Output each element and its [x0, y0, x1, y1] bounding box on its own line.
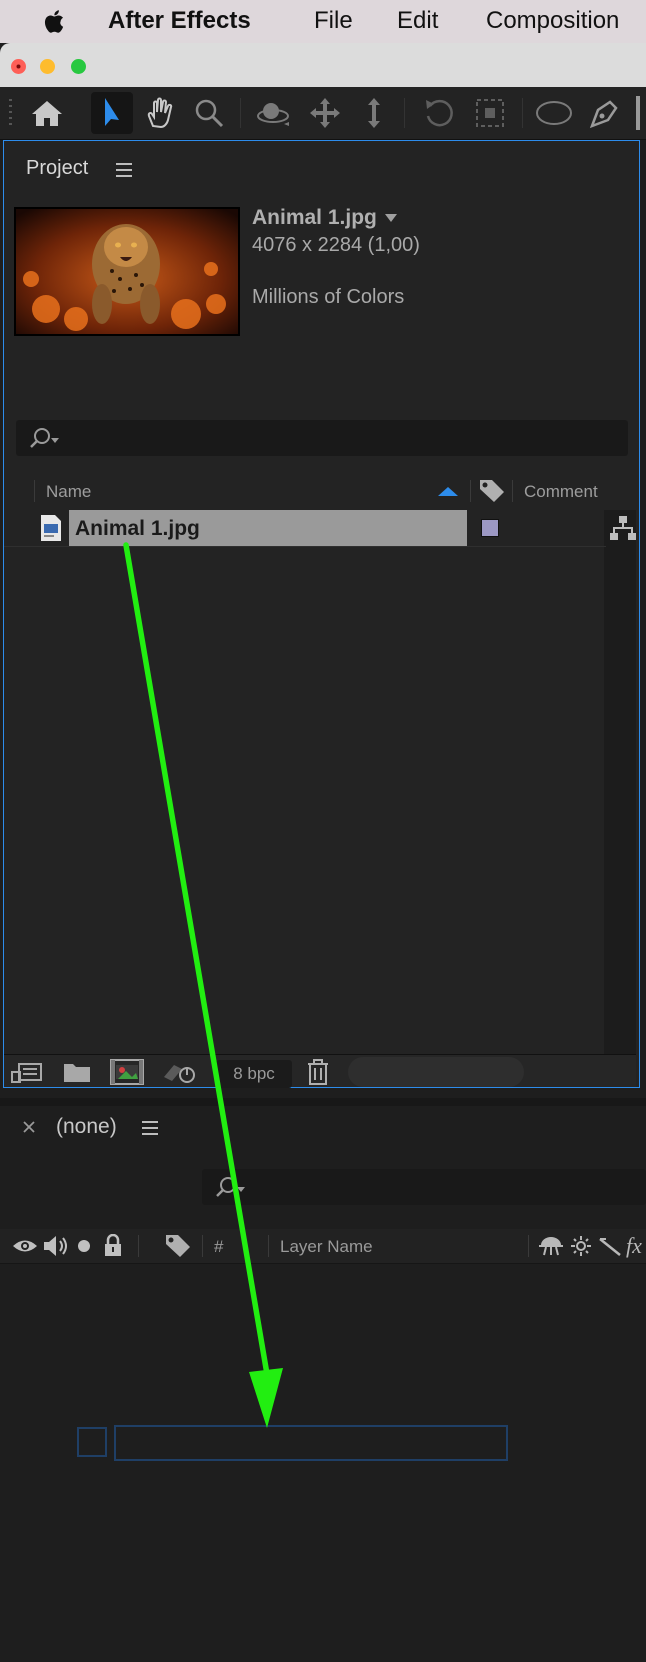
home-button[interactable] — [26, 92, 68, 134]
hand-tool-button[interactable] — [139, 92, 181, 134]
zoom-tool-icon — [195, 99, 224, 128]
svg-text:fx: fx — [626, 1233, 642, 1258]
column-number-header[interactable]: # — [214, 1237, 223, 1257]
toolbar-grip-icon — [9, 99, 12, 125]
cheetah-preview-image — [16, 209, 238, 334]
timeline-panel-menu-icon[interactable] — [142, 1121, 158, 1135]
project-item-name[interactable]: Animal 1.jpg — [75, 517, 200, 541]
selection-tool-icon — [105, 98, 119, 126]
shy-layer-icon[interactable] — [538, 1235, 564, 1257]
search-icon — [30, 428, 59, 448]
rotation-tool-icon — [426, 99, 453, 127]
pen-tool-button[interactable] — [584, 92, 626, 134]
flowchart-icon[interactable] — [608, 514, 638, 542]
label-tag-icon[interactable] — [164, 1233, 192, 1259]
lock-icon[interactable] — [102, 1234, 124, 1258]
apple-logo-icon[interactable] — [40, 6, 70, 36]
row-divider — [4, 546, 606, 547]
project-item-file-icon — [40, 514, 62, 547]
trash-icon[interactable] — [306, 1058, 330, 1086]
toolbar-overflow-edge — [636, 96, 640, 130]
dolly-camera-icon — [368, 98, 380, 128]
sort-ascending-icon[interactable] — [436, 484, 460, 498]
close-icon — [16, 64, 21, 69]
zoom-window-button[interactable] — [71, 59, 86, 74]
zoom-tool-button[interactable] — [188, 92, 230, 134]
project-panel-menu-icon[interactable] — [116, 163, 132, 177]
audio-speaker-icon[interactable] — [42, 1234, 70, 1258]
project-bit-depth-button[interactable]: 8 bpc — [216, 1060, 292, 1088]
eye-icon[interactable] — [12, 1237, 38, 1255]
render-queue-icon[interactable] — [160, 1059, 200, 1087]
window-title-bar — [0, 43, 646, 87]
menu-app-name[interactable]: After Effects — [108, 7, 251, 35]
column-name-header[interactable]: Name — [46, 482, 91, 502]
search-icon — [216, 1177, 245, 1197]
project-panel-side-strip — [604, 510, 636, 1054]
minimize-window-button[interactable] — [40, 59, 55, 74]
hand-tool-icon — [147, 97, 173, 129]
collapse-transformations-icon[interactable] — [570, 1235, 592, 1257]
preview-dimensions: 4076 x 2284 (1,00) — [252, 234, 420, 256]
menu-composition[interactable]: Composition — [486, 7, 619, 35]
preview-thumbnail — [14, 207, 240, 336]
column-comment-header[interactable]: Comment — [524, 482, 598, 502]
menu-file[interactable]: File — [314, 7, 353, 35]
project-panel-title[interactable]: Project — [26, 157, 88, 180]
timeline-column-header: # Layer Name fx — [0, 1229, 646, 1264]
pen-tool-icon — [589, 100, 618, 129]
new-composition-icon[interactable] — [110, 1059, 144, 1085]
timeline-search-input[interactable] — [202, 1169, 646, 1205]
orbit-camera-icon — [257, 103, 289, 126]
project-item-label-swatch[interactable] — [481, 519, 499, 537]
pan-behind-button[interactable] — [469, 92, 511, 134]
close-window-button[interactable] — [11, 59, 26, 74]
menu-bar: After Effects File Edit Composition — [0, 0, 646, 43]
timeline-panel-title[interactable]: (none) — [56, 1115, 117, 1139]
orbit-camera-button[interactable] — [252, 92, 294, 134]
preview-file-name[interactable]: Animal 1.jpg — [252, 206, 377, 230]
quality-icon[interactable] — [598, 1235, 622, 1257]
label-tag-icon[interactable] — [478, 478, 506, 504]
pan-camera-icon — [310, 98, 340, 128]
layer-drop-placeholder-small — [77, 1427, 107, 1457]
layer-drop-placeholder[interactable] — [114, 1425, 508, 1461]
preview-dropdown-icon[interactable] — [384, 212, 398, 224]
rotation-tool-button[interactable] — [418, 92, 460, 134]
new-folder-icon[interactable] — [62, 1060, 92, 1084]
menu-edit[interactable]: Edit — [397, 7, 438, 35]
solo-dot-icon[interactable] — [77, 1239, 91, 1253]
pan-camera-button[interactable] — [304, 92, 346, 134]
effects-fx-icon[interactable]: fx — [626, 1233, 646, 1259]
pan-behind-icon — [476, 99, 504, 127]
project-item-row[interactable]: Animal 1.jpg — [69, 510, 467, 546]
preview-color-depth: Millions of Colors — [252, 286, 405, 308]
selection-tool-button[interactable] — [91, 92, 133, 134]
project-search-input[interactable] — [16, 420, 628, 456]
ellipse-tool-button[interactable] — [533, 92, 575, 134]
close-icon[interactable] — [22, 1120, 36, 1134]
ellipse-tool-icon — [536, 101, 572, 125]
project-column-header: Name Comment — [4, 474, 604, 508]
image-file-icon — [41, 515, 61, 541]
home-icon — [32, 101, 62, 126]
project-footer-scrollbar[interactable] — [348, 1057, 524, 1087]
interpret-footage-icon[interactable] — [10, 1060, 44, 1086]
dolly-camera-button[interactable] — [353, 92, 395, 134]
column-layer-name-header[interactable]: Layer Name — [280, 1237, 373, 1257]
